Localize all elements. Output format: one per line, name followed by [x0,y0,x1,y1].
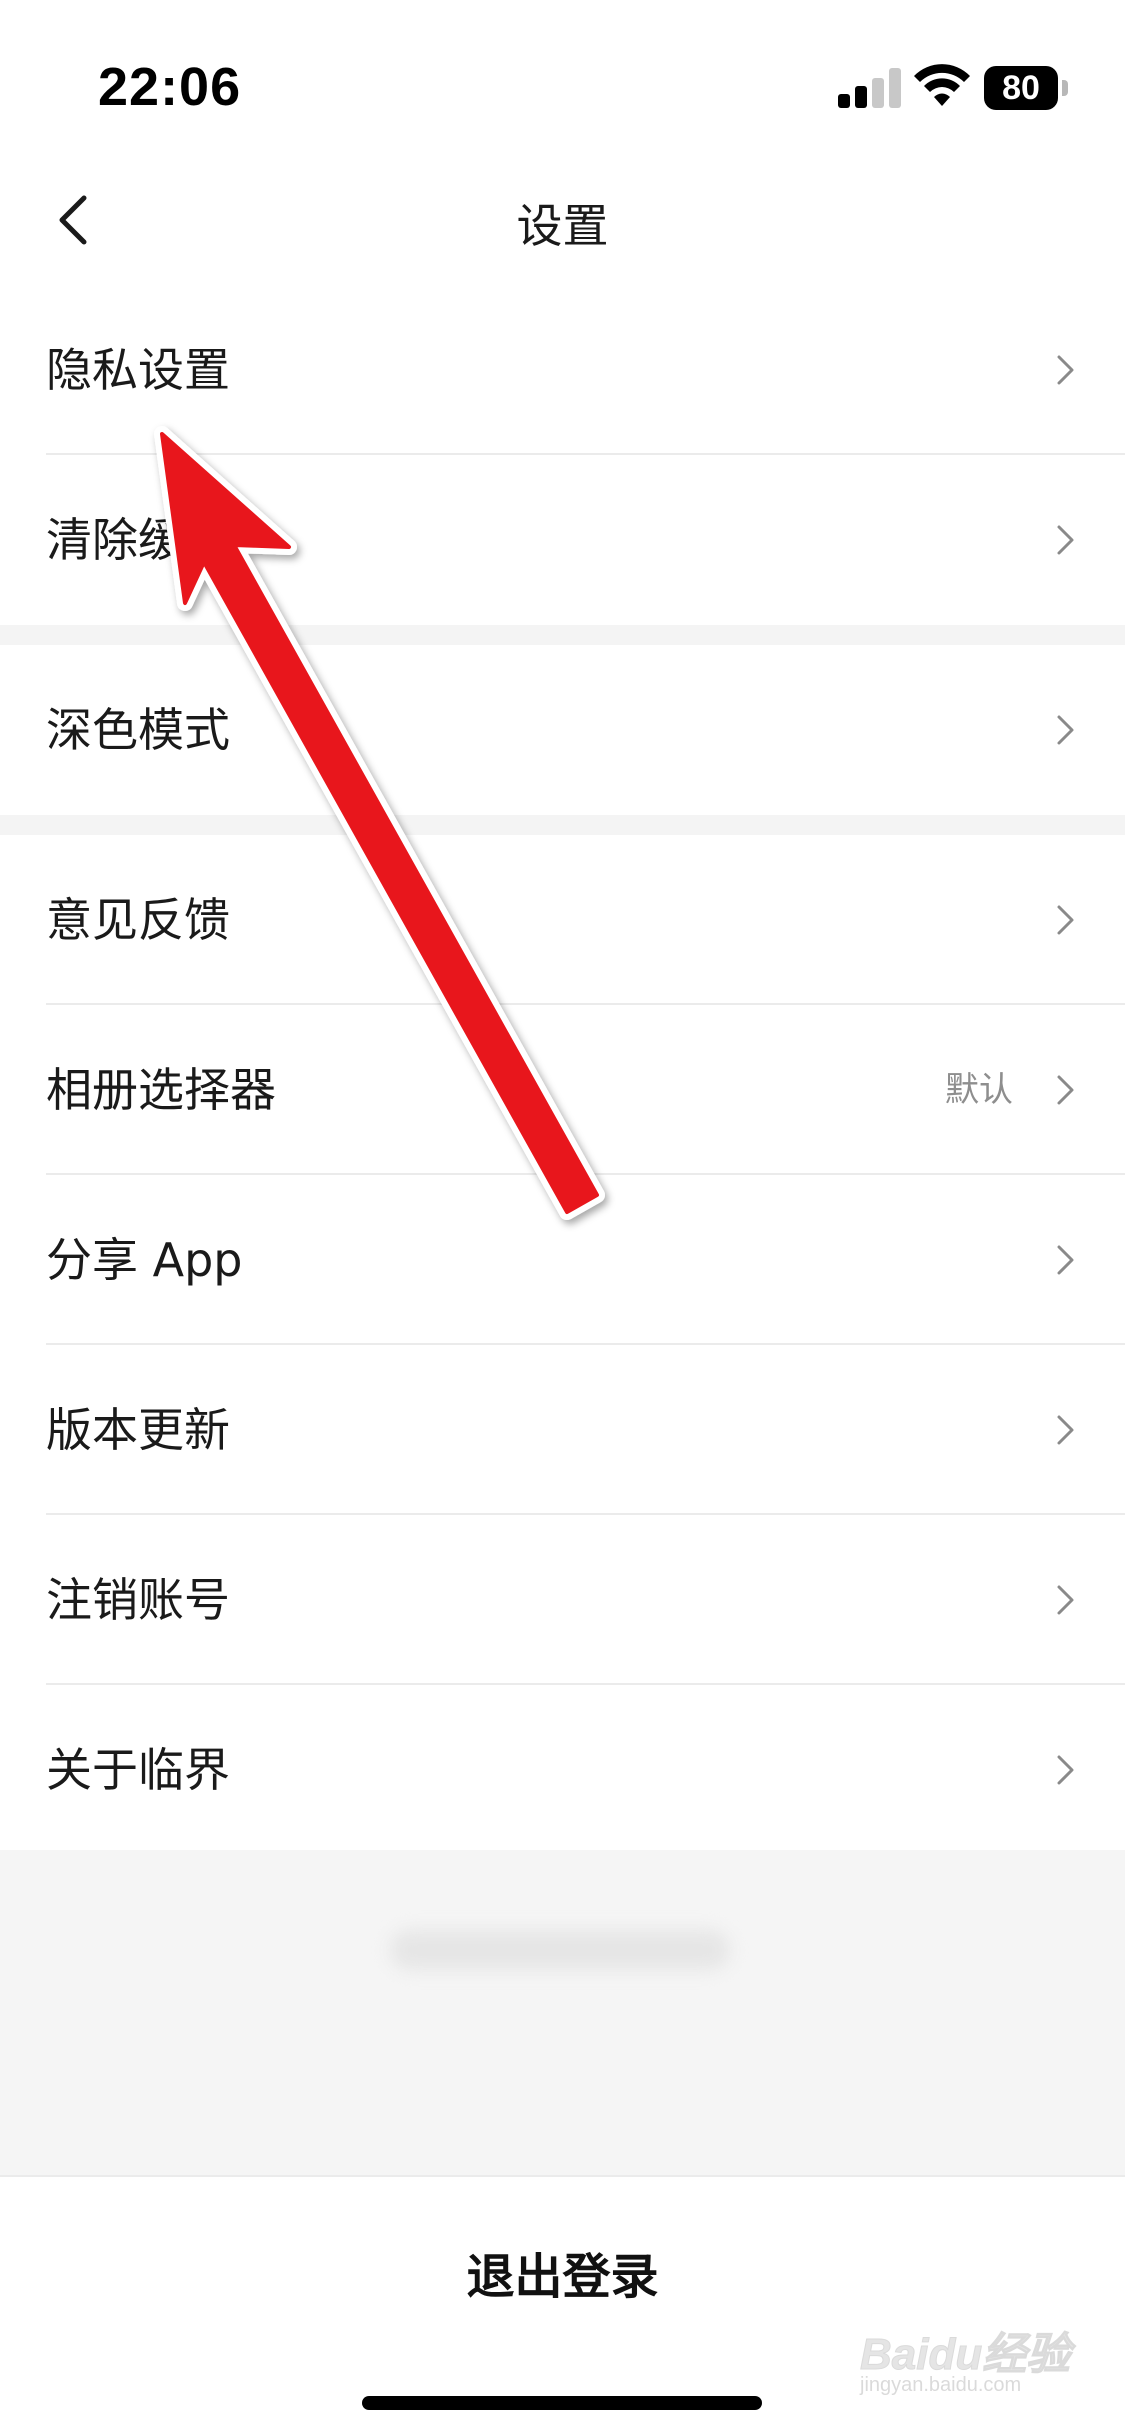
blurred-info [390,1930,730,1970]
settings-item-dark-mode[interactable]: 深色模式 [46,645,1125,815]
footer-area [0,1850,1125,2175]
status-time: 22:06 [98,57,242,117]
chevron-right-icon [1057,1415,1074,1445]
settings-item-label: 意见反馈 [46,893,230,947]
chevron-right-icon [1057,1075,1074,1105]
chevron-right-icon [1057,1755,1074,1785]
settings-item-value: 默认 [945,1070,1013,1110]
baidu-watermark: Baidu经验 jingyan.baidu.com [859,2310,1090,2410]
settings-item-label: 注销账号 [46,1573,230,1627]
settings-item-feedback[interactable]: 意见反馈 [46,835,1125,1005]
logout-button[interactable]: 退出登录 [0,2237,1125,2307]
navigation-bar: 设置 [0,160,1125,280]
settings-item-label: 相册选择器 [46,1063,276,1117]
battery-level: 80 [984,66,1058,110]
settings-item-clear-cache[interactable]: 清除缓存 [46,455,1125,625]
settings-group-2: 深色模式 [0,645,1125,815]
page-title: 设置 [516,199,609,253]
settings-item-label: 清除缓存 [46,513,230,567]
settings-item-about[interactable]: 关于临界 [46,1685,1125,1855]
chevron-right-icon [1057,525,1074,555]
watermark-logo: Baidu经验 [859,2330,1071,2380]
chevron-right-icon [1057,905,1074,935]
cellular-signal-icon [838,68,902,108]
home-indicator [362,2396,762,2410]
settings-item-album-picker[interactable]: 相册选择器 默认 [46,1005,1125,1175]
settings-item-label: 隐私设置 [46,343,230,397]
settings-screen: 22:06 80 设置 隐私设置 清除缓存 深色模式 意见反馈 相册选择器 默认… [0,0,1125,2436]
watermark-url: jingyan.baidu.com [860,2374,1022,2396]
settings-item-privacy[interactable]: 隐私设置 [46,285,1125,455]
settings-item-label: 深色模式 [46,703,230,757]
settings-group-3: 意见反馈 相册选择器 默认 分享 App 版本更新 注销账号 关于临界 [0,835,1125,1855]
battery-icon: 80 [984,66,1068,110]
settings-item-delete-account[interactable]: 注销账号 [46,1515,1125,1685]
chevron-right-icon [1057,355,1074,385]
chevron-right-icon [1057,715,1074,745]
status-bar: 22:06 80 [0,0,1125,160]
group-divider [0,815,1125,835]
settings-item-version-update[interactable]: 版本更新 [46,1345,1125,1515]
settings-item-label: 分享 App [46,1233,243,1287]
wifi-icon [914,64,970,106]
group-divider [0,625,1125,645]
settings-item-share-app[interactable]: 分享 App [46,1175,1125,1345]
settings-group-1: 隐私设置 清除缓存 [0,285,1125,625]
battery-cap [1062,80,1068,96]
settings-item-label: 版本更新 [46,1403,230,1457]
chevron-right-icon [1057,1245,1074,1275]
chevron-right-icon [1057,1585,1074,1615]
settings-item-label: 关于临界 [46,1743,230,1797]
